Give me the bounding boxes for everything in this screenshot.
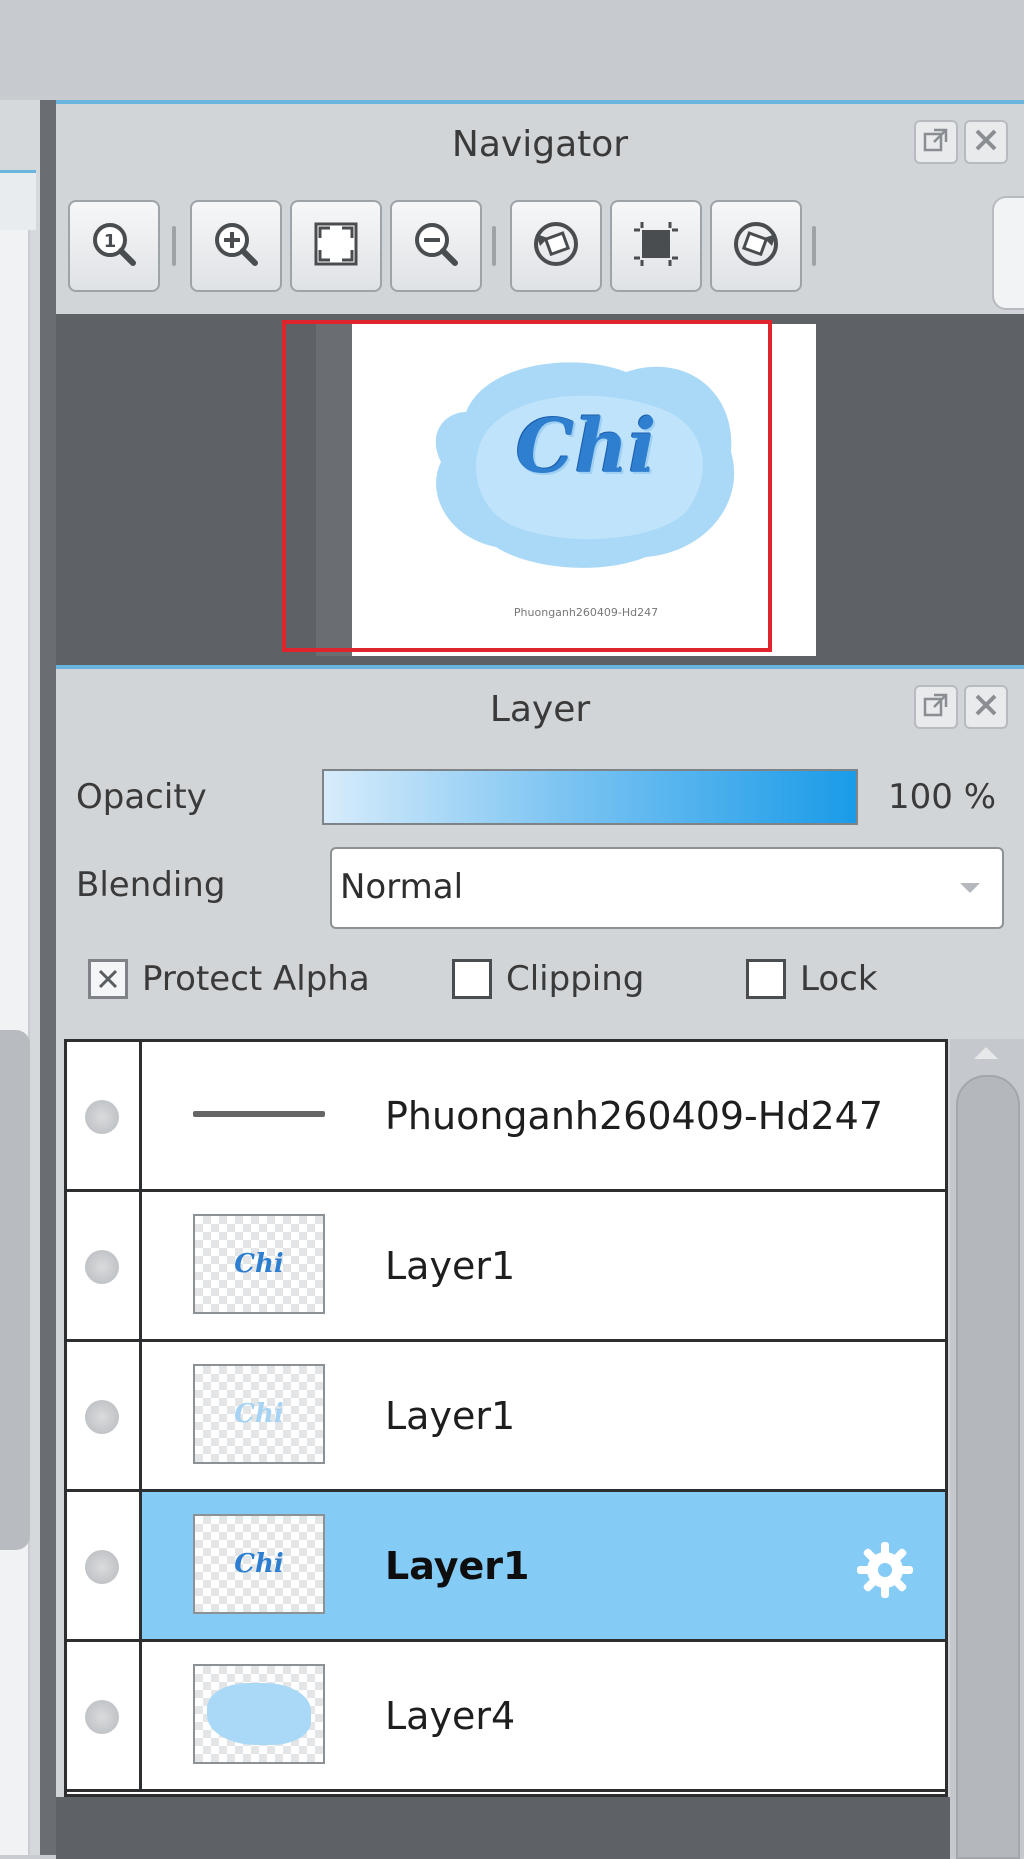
clipping-option[interactable]: Clipping (452, 954, 644, 1004)
top-area (0, 0, 1024, 96)
visibility-dot-icon[interactable] (85, 1250, 119, 1284)
fit-window-button[interactable] (290, 200, 382, 292)
layer-name: Layer4 (385, 1694, 516, 1738)
text-line-thumb (193, 1111, 325, 1117)
layer-name: Layer1 (385, 1244, 516, 1288)
visibility-cell[interactable] (67, 1192, 142, 1339)
navigator-detach-button[interactable] (914, 120, 958, 164)
lock-label: Lock (800, 959, 878, 999)
layer-thumbnail: Chi (193, 1364, 325, 1464)
toolbar-separator (492, 226, 496, 266)
layer-panel-title: Layer (489, 689, 591, 730)
opacity-value: 100 % (888, 777, 997, 817)
toolbar-separator (172, 226, 176, 266)
layer-list-footer (56, 1797, 950, 1859)
visibility-dot-icon[interactable] (85, 1700, 119, 1734)
zoom-actual-icon: 1 (86, 216, 142, 276)
detach-icon (922, 126, 950, 158)
svg-text:1: 1 (104, 231, 117, 252)
blue-blob-thumb (207, 1683, 311, 1745)
toolbar-separator (812, 226, 816, 266)
visibility-cell[interactable] (67, 1042, 142, 1189)
left-panel-scrollbar[interactable] (0, 1030, 30, 1550)
layer-row[interactable]: Chi Layer1 (67, 1342, 945, 1492)
layer-list-scroll-thumb[interactable] (956, 1075, 1020, 1859)
rotate-left-icon (528, 216, 584, 276)
blending-value: Normal (340, 867, 464, 907)
opacity-slider[interactable] (322, 769, 858, 825)
zoom-out-button[interactable] (390, 200, 482, 292)
protect-alpha-option[interactable]: Protect Alpha (88, 954, 370, 1004)
navigator-preview[interactable]: Chi Phuonganh260409-Hd247 (56, 314, 1024, 669)
layer-detach-button[interactable] (914, 685, 958, 729)
layer-thumbnail: Chi (193, 1514, 325, 1614)
zoom-actual-button[interactable]: 1 (68, 200, 160, 292)
panel-divider[interactable] (40, 100, 56, 1855)
detach-icon (922, 691, 950, 723)
visibility-cell[interactable] (67, 1492, 142, 1639)
navigator-panel: Navigator 1 Chi Phuonganh260409-Hd247 (56, 100, 1024, 669)
fit-frame-icon (628, 216, 684, 276)
layer-row[interactable]: Layer4 (67, 1642, 945, 1792)
thumb-art-text: Chi (234, 1399, 284, 1429)
zoom-out-icon (408, 216, 464, 276)
layer-thumbnail (193, 1064, 325, 1164)
layer-name: Layer1 (385, 1544, 530, 1588)
close-icon (973, 127, 999, 157)
zoom-in-button[interactable] (190, 200, 282, 292)
opacity-label: Opacity (76, 777, 207, 817)
fit-frame-button[interactable] (610, 200, 702, 292)
visibility-dot-icon[interactable] (85, 1100, 119, 1134)
clipping-label: Clipping (506, 959, 645, 999)
thumb-art-text: Chi (234, 1249, 284, 1279)
layer-list: Phuonganh260409-Hd247 Chi Layer1 Chi Lay… (64, 1039, 948, 1797)
visibility-cell[interactable] (67, 1342, 142, 1489)
layer-name: Layer1 (385, 1394, 516, 1438)
lock-checkbox[interactable] (746, 959, 786, 999)
navigator-title: Navigator (451, 124, 629, 165)
visibility-cell[interactable] (67, 1642, 142, 1789)
clipping-checkbox[interactable] (452, 959, 492, 999)
protect-alpha-checkbox[interactable] (88, 959, 128, 999)
protect-alpha-label: Protect Alpha (142, 959, 370, 999)
layer-name: Phuonganh260409-Hd247 (385, 1094, 883, 1138)
rotate-right-icon (728, 216, 784, 276)
visibility-dot-icon[interactable] (85, 1400, 119, 1434)
visibility-dot-icon[interactable] (85, 1550, 119, 1584)
chevron-down-icon (960, 883, 980, 893)
blending-select[interactable]: Normal (330, 847, 1004, 929)
rotate-left-button[interactable] (510, 200, 602, 292)
layer-thumbnail (193, 1664, 325, 1764)
scroll-up-arrow-icon[interactable] (974, 1047, 998, 1059)
navigator-close-button[interactable] (964, 120, 1008, 164)
layer-row[interactable]: Chi Layer1 (67, 1192, 945, 1342)
zoom-in-icon (208, 216, 264, 276)
thumb-art-text: Chi (234, 1549, 284, 1579)
close-icon (973, 692, 999, 722)
navigator-view-frame[interactable] (282, 320, 772, 652)
lock-option[interactable]: Lock (746, 954, 878, 1004)
layer-close-button[interactable] (964, 685, 1008, 729)
layer-row-selected[interactable]: Chi Layer1 (67, 1492, 945, 1642)
checkmark-x-icon (98, 969, 118, 989)
left-panel-tab[interactable] (0, 170, 36, 230)
layer-row[interactable]: Phuonganh260409-Hd247 (67, 1042, 945, 1192)
rotate-right-button[interactable] (710, 200, 802, 292)
blending-label: Blending (76, 865, 226, 905)
fit-window-icon (308, 216, 364, 276)
layer-thumbnail: Chi (193, 1214, 325, 1314)
gear-icon[interactable] (853, 1538, 917, 1602)
toolbar-scrollbar[interactable] (992, 196, 1024, 310)
layer-panel: Layer Opacity 100 % Blending Normal Prot… (56, 665, 1024, 1859)
